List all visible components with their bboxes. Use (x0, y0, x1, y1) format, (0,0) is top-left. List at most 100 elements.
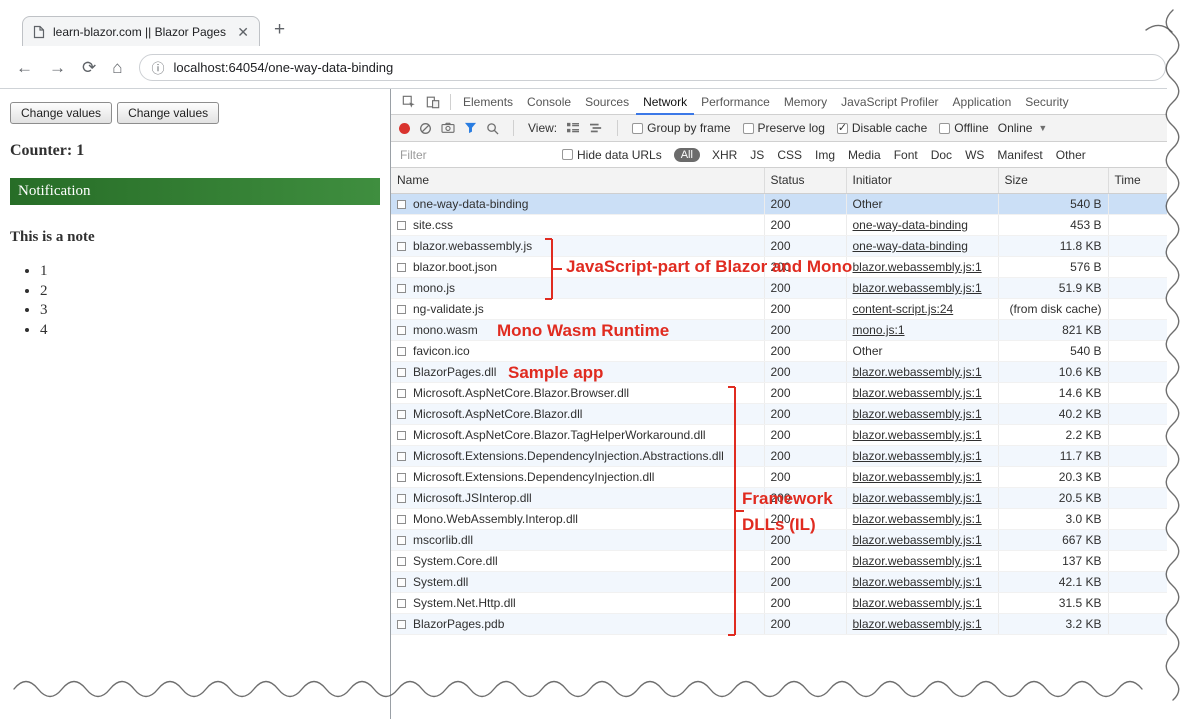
initiator-link[interactable]: blazor.webassembly.js:1 (853, 428, 982, 442)
network-row[interactable]: System.dll200blazor.webassembly.js:142.1… (391, 572, 1200, 593)
devtools-tab-network[interactable]: Network (636, 89, 694, 115)
view-waterfall-icon[interactable] (589, 122, 603, 134)
devtools-tab-application[interactable]: Application (946, 89, 1019, 115)
network-row[interactable]: blazor.webassembly.js200one-way-data-bin… (391, 236, 1200, 257)
initiator-link[interactable]: mono.js:1 (853, 323, 905, 337)
network-row[interactable]: mono.js200blazor.webassembly.js:151.9 KB (391, 278, 1200, 299)
address-bar[interactable]: ⓘ localhost:64054/one-way-data-binding (139, 54, 1166, 81)
initiator-link[interactable]: blazor.webassembly.js:1 (853, 617, 982, 631)
filter-type-xhr[interactable]: XHR (712, 148, 737, 162)
checkbox-preserve-log[interactable]: Preserve log (743, 121, 825, 135)
throttling-dropdown[interactable]: Online ▼ (998, 121, 1048, 135)
filter-type-manifest[interactable]: Manifest (997, 148, 1042, 162)
devtools-tab-performance[interactable]: Performance (694, 89, 777, 115)
devtools-tab-memory[interactable]: Memory (777, 89, 834, 115)
column-header-initiator[interactable]: Initiator (846, 168, 998, 194)
checkbox-group-by-frame[interactable]: Group by frame (632, 121, 730, 135)
network-row[interactable]: Microsoft.JSInterop.dll200blazor.webasse… (391, 488, 1200, 509)
request-name: mscorlib.dll (391, 530, 764, 551)
request-status: 200 (764, 467, 846, 488)
view-list-icon[interactable] (566, 122, 580, 134)
filter-type-font[interactable]: Font (894, 148, 918, 162)
checkbox-disable-cache[interactable]: Disable cache (837, 121, 927, 135)
devtools-tab-security[interactable]: Security (1018, 89, 1075, 115)
devtools-tab-javascript-profiler[interactable]: JavaScript Profiler (834, 89, 945, 115)
devtools-tab-elements[interactable]: Elements (456, 89, 520, 115)
initiator-link[interactable]: blazor.webassembly.js:1 (853, 470, 982, 484)
column-header-size[interactable]: Size (998, 168, 1108, 194)
initiator-link[interactable]: blazor.webassembly.js:1 (853, 386, 982, 400)
file-icon (397, 326, 406, 335)
initiator-link[interactable]: blazor.webassembly.js:1 (853, 449, 982, 463)
column-header-status[interactable]: Status (764, 168, 846, 194)
tab-close-icon[interactable]: ✕ (237, 25, 249, 39)
initiator-link[interactable]: blazor.webassembly.js:1 (853, 596, 982, 610)
network-row[interactable]: Microsoft.AspNetCore.Blazor.Browser.dll2… (391, 383, 1200, 404)
checkbox-hide-data-urls[interactable]: Hide data URLs (562, 148, 662, 162)
initiator-link[interactable]: blazor.webassembly.js:1 (853, 260, 982, 274)
initiator-link[interactable]: blazor.webassembly.js:1 (853, 533, 982, 547)
search-icon[interactable] (486, 122, 499, 135)
network-row[interactable]: Microsoft.AspNetCore.Blazor.dll200blazor… (391, 404, 1200, 425)
back-button[interactable]: ← (16, 59, 33, 76)
info-icon[interactable]: ⓘ (152, 58, 165, 77)
initiator-link[interactable]: one-way-data-binding (853, 218, 968, 232)
change-values-button-2[interactable]: Change values (117, 102, 219, 124)
filter-type-img[interactable]: Img (815, 148, 835, 162)
network-row[interactable]: System.Net.Http.dll200blazor.webassembly… (391, 593, 1200, 614)
network-row[interactable]: ng-validate.js200content-script.js:24(fr… (391, 299, 1200, 320)
home-button[interactable]: ⌂ (112, 59, 122, 76)
column-header-time[interactable]: Time (1108, 168, 1200, 194)
device-toolbar-icon[interactable] (421, 95, 445, 109)
initiator-link[interactable]: blazor.webassembly.js:1 (853, 491, 982, 505)
initiator-link[interactable]: blazor.webassembly.js:1 (853, 365, 982, 379)
network-row[interactable]: mono.wasm200mono.js:1821 KB (391, 320, 1200, 341)
browser-tab[interactable]: learn-blazor.com || Blazor Pages ✕ (22, 16, 260, 46)
initiator-link[interactable]: blazor.webassembly.js:1 (853, 512, 982, 526)
initiator-link[interactable]: one-way-data-binding (853, 239, 968, 253)
separator (513, 120, 514, 136)
inspect-element-icon[interactable] (397, 95, 421, 109)
filter-input[interactable] (400, 148, 550, 162)
initiator-link[interactable]: blazor.webassembly.js:1 (853, 554, 982, 568)
filter-type-all[interactable]: All (674, 148, 700, 162)
filter-type-css[interactable]: CSS (777, 148, 802, 162)
filter-type-js[interactable]: JS (750, 148, 764, 162)
network-row[interactable]: BlazorPages.pdb200blazor.webassembly.js:… (391, 614, 1200, 635)
network-row[interactable]: blazor.boot.json200blazor.webassembly.js… (391, 257, 1200, 278)
network-row[interactable]: one-way-data-binding200Other540 B (391, 194, 1200, 215)
clear-icon[interactable] (419, 122, 432, 135)
change-values-button-1[interactable]: Change values (10, 102, 112, 124)
separator (617, 120, 618, 136)
request-name: System.Net.Http.dll (391, 593, 764, 614)
network-row[interactable]: Mono.WebAssembly.Interop.dll200blazor.we… (391, 509, 1200, 530)
filter-type-doc[interactable]: Doc (931, 148, 952, 162)
network-row[interactable]: favicon.ico200Other540 B (391, 341, 1200, 362)
screenshot-camera-icon[interactable] (441, 122, 455, 134)
devtools-tab-console[interactable]: Console (520, 89, 578, 115)
record-button[interactable] (399, 123, 410, 134)
checkbox-offline[interactable]: Offline (939, 121, 988, 135)
new-tab-button[interactable]: + (274, 19, 285, 41)
network-row[interactable]: Microsoft.Extensions.DependencyInjection… (391, 467, 1200, 488)
filter-type-media[interactable]: Media (848, 148, 881, 162)
forward-button[interactable]: → (49, 59, 66, 76)
initiator-link[interactable]: content-script.js:24 (853, 302, 954, 316)
column-header-name[interactable]: Name (391, 168, 764, 194)
network-row[interactable]: mscorlib.dll200blazor.webassembly.js:166… (391, 530, 1200, 551)
initiator-link[interactable]: blazor.webassembly.js:1 (853, 407, 982, 421)
request-status: 200 (764, 572, 846, 593)
network-row[interactable]: Microsoft.Extensions.DependencyInjection… (391, 446, 1200, 467)
network-row[interactable]: site.css200one-way-data-binding453 B (391, 215, 1200, 236)
initiator-link[interactable]: blazor.webassembly.js:1 (853, 575, 982, 589)
filter-type-ws[interactable]: WS (965, 148, 984, 162)
request-initiator: blazor.webassembly.js:1 (846, 467, 998, 488)
devtools-tab-sources[interactable]: Sources (578, 89, 636, 115)
network-row[interactable]: System.Core.dll200blazor.webassembly.js:… (391, 551, 1200, 572)
filter-funnel-icon[interactable] (464, 122, 477, 134)
network-row[interactable]: Microsoft.AspNetCore.Blazor.TagHelperWor… (391, 425, 1200, 446)
filter-type-other[interactable]: Other (1056, 148, 1086, 162)
initiator-link[interactable]: blazor.webassembly.js:1 (853, 281, 982, 295)
reload-button[interactable]: ⟳ (82, 59, 96, 76)
network-row[interactable]: BlazorPages.dll200blazor.webassembly.js:… (391, 362, 1200, 383)
